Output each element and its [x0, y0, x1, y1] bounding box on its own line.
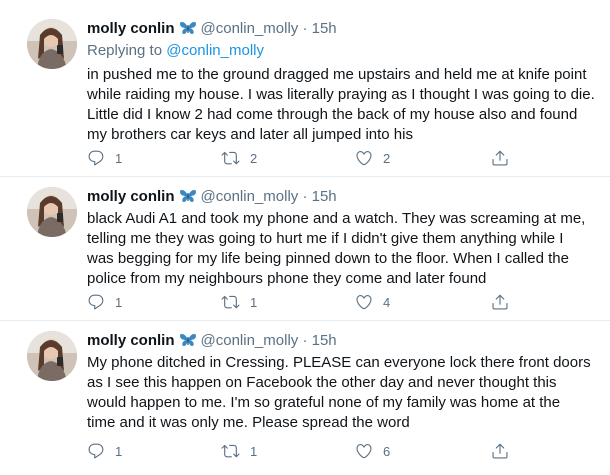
tweet-text: black Audi A1 and took my phone and a wa… — [87, 209, 602, 289]
tweet-divider — [0, 176, 610, 177]
tweet-text-line: Little did I know 2 had come through the… — [87, 106, 578, 123]
avatar[interactable] — [27, 19, 77, 69]
like-count: 4 — [383, 294, 391, 310]
reply-icon — [88, 443, 104, 459]
reply-count: 1 — [115, 294, 123, 310]
tweet-divider — [0, 320, 610, 321]
heart-icon — [356, 151, 372, 166]
user-handle[interactable]: @conlin_molly — [201, 188, 299, 205]
tweet-header: molly conlin @conlin_molly · 15h — [87, 331, 337, 351]
replying-to-link[interactable]: @conlin_molly — [166, 42, 264, 59]
retweet-count: 1 — [250, 294, 258, 310]
avatar-photo — [27, 19, 77, 69]
tweet-text-line: police from my neighbours phone they com… — [87, 270, 487, 287]
like-button[interactable]: 4 — [355, 292, 390, 312]
reply-button[interactable]: 1 — [87, 148, 122, 168]
tweet-text-line: was begging for my life being pinned dow… — [87, 250, 569, 267]
heart-icon — [356, 295, 372, 310]
user-handle[interactable]: @conlin_molly — [201, 20, 299, 37]
tweet-text-line: my brothers car keys and later all jumpe… — [87, 126, 413, 143]
tweet-text-line: My phone ditched in Cressing. PLEASE can… — [87, 354, 591, 371]
tweet-text-line: while raiding my house. I was literally … — [87, 86, 595, 103]
tweet-thread: molly conlin @conlin_molly · 15h Replying… — [0, 0, 610, 475]
like-count: 6 — [383, 443, 391, 459]
share-button[interactable] — [491, 148, 509, 168]
tweet-text-line: telling me they was going to hurt me if … — [87, 230, 564, 247]
retweet-button[interactable]: 1 — [221, 292, 257, 312]
tweet-header: molly conlin @conlin_molly · 15h — [87, 187, 337, 207]
avatar[interactable] — [27, 187, 77, 237]
butterfly-icon — [179, 20, 197, 42]
timestamp[interactable]: 15h — [312, 20, 337, 37]
reply-count: 1 — [115, 150, 123, 166]
separator-dot: · — [302, 20, 308, 37]
tweet-text-line: time and it was only me. Please spread t… — [87, 414, 410, 431]
butterfly-icon — [179, 188, 197, 210]
replying-to: Replying to @conlin_molly — [87, 41, 264, 61]
separator-dot: · — [302, 332, 308, 349]
tweet-text-line: black Audi A1 and took my phone and a wa… — [87, 210, 586, 227]
timestamp[interactable]: 15h — [312, 332, 337, 349]
tweet-actions: 1 2 2 — [87, 148, 527, 168]
retweet-button[interactable]: 2 — [221, 148, 257, 168]
butterfly-icon — [179, 332, 197, 354]
tweet-actions: 1 1 4 — [87, 292, 527, 312]
avatar[interactable] — [27, 331, 77, 381]
tweet-text: My phone ditched in Cressing. PLEASE can… — [87, 353, 602, 433]
share-icon — [492, 294, 508, 310]
reply-count: 1 — [115, 443, 123, 459]
retweet-icon — [221, 444, 240, 458]
share-icon — [492, 150, 508, 166]
share-button[interactable] — [491, 441, 509, 461]
reply-button[interactable]: 1 — [87, 292, 122, 312]
tweet-text: in pushed me to the ground dragged me up… — [87, 65, 602, 145]
heart-icon — [356, 444, 372, 459]
share-icon — [492, 443, 508, 459]
retweet-icon — [221, 295, 240, 309]
retweet-icon — [221, 151, 240, 165]
separator-dot: · — [302, 188, 308, 205]
user-handle[interactable]: @conlin_molly — [201, 332, 299, 349]
retweet-button[interactable]: 1 — [221, 441, 257, 461]
retweet-count: 1 — [250, 443, 258, 459]
like-button[interactable]: 2 — [355, 148, 390, 168]
replying-to-label: Replying to — [87, 42, 167, 59]
tweet-text-line: would happen to me. I'm so grateful none… — [87, 394, 561, 411]
reply-icon — [88, 294, 104, 310]
tweet-text-line: as I see this happen on Facebook the oth… — [87, 374, 557, 391]
share-button[interactable] — [491, 292, 509, 312]
reply-icon — [88, 150, 104, 166]
timestamp[interactable]: 15h — [312, 188, 337, 205]
display-name[interactable]: molly conlin — [87, 188, 175, 205]
tweet-actions: 1 1 6 — [87, 441, 527, 461]
avatar-photo — [27, 187, 77, 237]
retweet-count: 2 — [250, 150, 258, 166]
avatar-photo — [27, 331, 77, 381]
display-name[interactable]: molly conlin — [87, 332, 175, 349]
like-button[interactable]: 6 — [355, 441, 390, 461]
tweet-header: molly conlin @conlin_molly · 15h — [87, 19, 337, 39]
tweet-text-line: in pushed me to the ground dragged me up… — [87, 66, 587, 83]
display-name[interactable]: molly conlin — [87, 20, 175, 37]
tweet[interactable]: molly conlin @conlin_molly · 15h Replying… — [0, 0, 610, 180]
like-count: 2 — [383, 150, 391, 166]
reply-button[interactable]: 1 — [87, 441, 122, 461]
